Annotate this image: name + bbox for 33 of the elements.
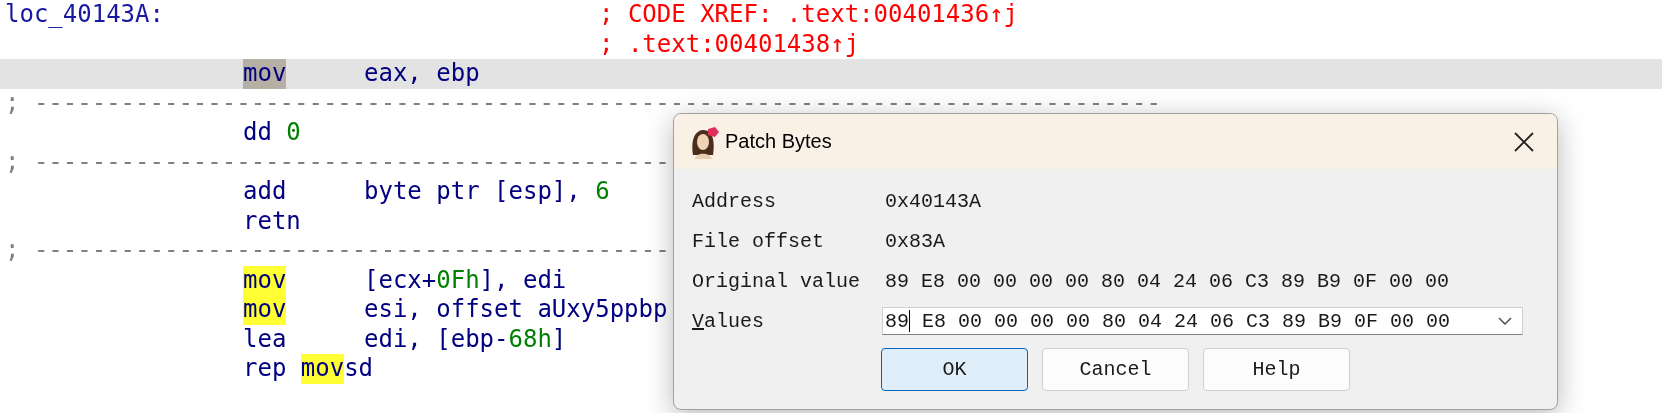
chevron-down-icon[interactable]	[1498, 316, 1512, 326]
instruction-operands: edi, [ebp-68h]	[364, 324, 567, 354]
instruction-mnemonic: dd 0	[243, 118, 302, 148]
instruction-mnemonic: mov	[243, 265, 288, 295]
dialog-button[interactable]: Cancel	[1042, 348, 1189, 391]
close-icon[interactable]	[1513, 130, 1535, 153]
field-label: Original value	[692, 269, 862, 293]
instruction-mnemonic: lea	[243, 324, 288, 354]
code-label: loc_40143A:	[4, 0, 165, 30]
instruction-operands: [ecx+0Fh], edi	[364, 265, 567, 295]
dialog-title: Patch Bytes	[725, 130, 832, 153]
xref-comment: ; .text:00401438↑j	[598, 29, 860, 59]
instruction-operands: eax, ebp	[364, 59, 480, 89]
separator-comment: ; --------------------------------------------	[4, 236, 670, 266]
values-combobox[interactable]: 89 E8 00 00 00 00 80 04 24 06 C3 89 B9 0F 00 00	[882, 307, 1523, 335]
instruction-mnemonic: rep movsd	[243, 354, 374, 384]
instruction-mnemonic: retn	[243, 206, 302, 236]
field-value: 0x83A	[885, 229, 945, 253]
dialog-button[interactable]: Help	[1203, 348, 1350, 391]
instruction-operands: byte ptr [esp], 6	[364, 177, 610, 207]
field-value: 0x40143A	[885, 189, 981, 213]
instruction-mnemonic: add	[243, 177, 288, 207]
instruction-mnemonic: mov	[243, 59, 288, 89]
field-label: Address	[692, 189, 777, 213]
values-label: Values	[692, 309, 766, 333]
dialog-button[interactable]: OK	[881, 348, 1028, 391]
field-value: 89 E8 00 00 00 00 80 04 24 06 C3 89 B9 0F 00 00	[885, 269, 1450, 293]
separator-comment: ; ------------------------------------------------------------------------------	[4, 88, 1161, 118]
xref-comment: ; CODE XREF: .text:00401436↑j	[599, 0, 1019, 30]
instruction-operands: esi, offset aUxy5ppbp	[364, 295, 668, 325]
field-label: File offset	[692, 229, 826, 253]
instruction-mnemonic: mov	[243, 295, 288, 325]
separator-comment: ; --------------------------------------------	[4, 147, 670, 177]
